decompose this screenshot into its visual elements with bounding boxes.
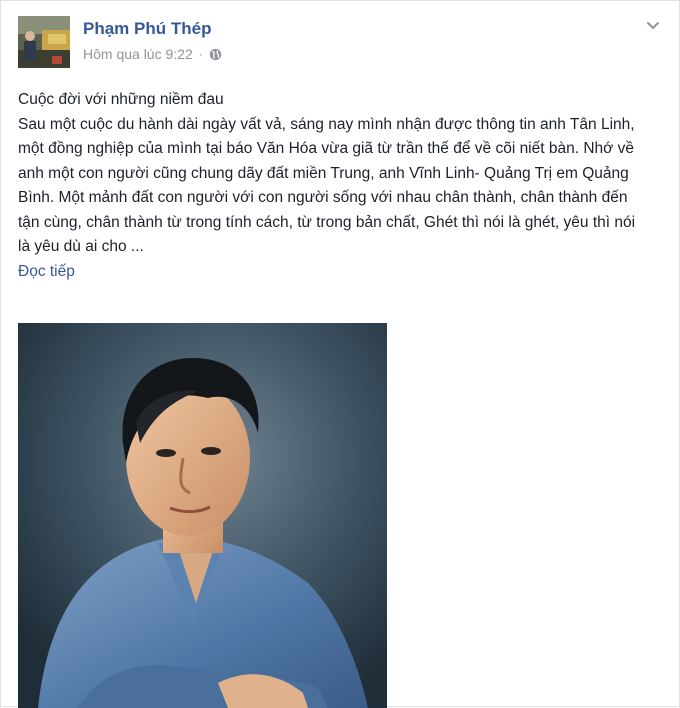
post-body: Sau một cuộc du hành dài ngày vất vả, sá… <box>18 115 636 256</box>
see-more-link[interactable]: Đọc tiếp <box>18 260 75 285</box>
avatar[interactable] <box>18 16 70 68</box>
portrait-image <box>18 323 387 708</box>
meta-separator: · <box>198 47 203 61</box>
post-title-line: Cuộc đời với những niềm đau <box>18 91 224 108</box>
post-timestamp[interactable]: Hôm qua lúc 9:22 <box>83 46 193 62</box>
post-meta: Hôm qua lúc 9:22 · <box>83 46 222 62</box>
post-photo[interactable] <box>18 323 387 708</box>
chevron-down-icon[interactable] <box>645 17 661 33</box>
post-card: Phạm Phú Thép Hôm qua lúc 9:22 · Cuộc đờ… <box>0 0 680 708</box>
avatar-image <box>18 16 70 68</box>
post-text: Cuộc đời với những niềm đau Sau một cuộc… <box>18 88 648 284</box>
post-author-name[interactable]: Phạm Phú Thép <box>83 19 211 39</box>
globe-icon[interactable] <box>209 48 222 61</box>
